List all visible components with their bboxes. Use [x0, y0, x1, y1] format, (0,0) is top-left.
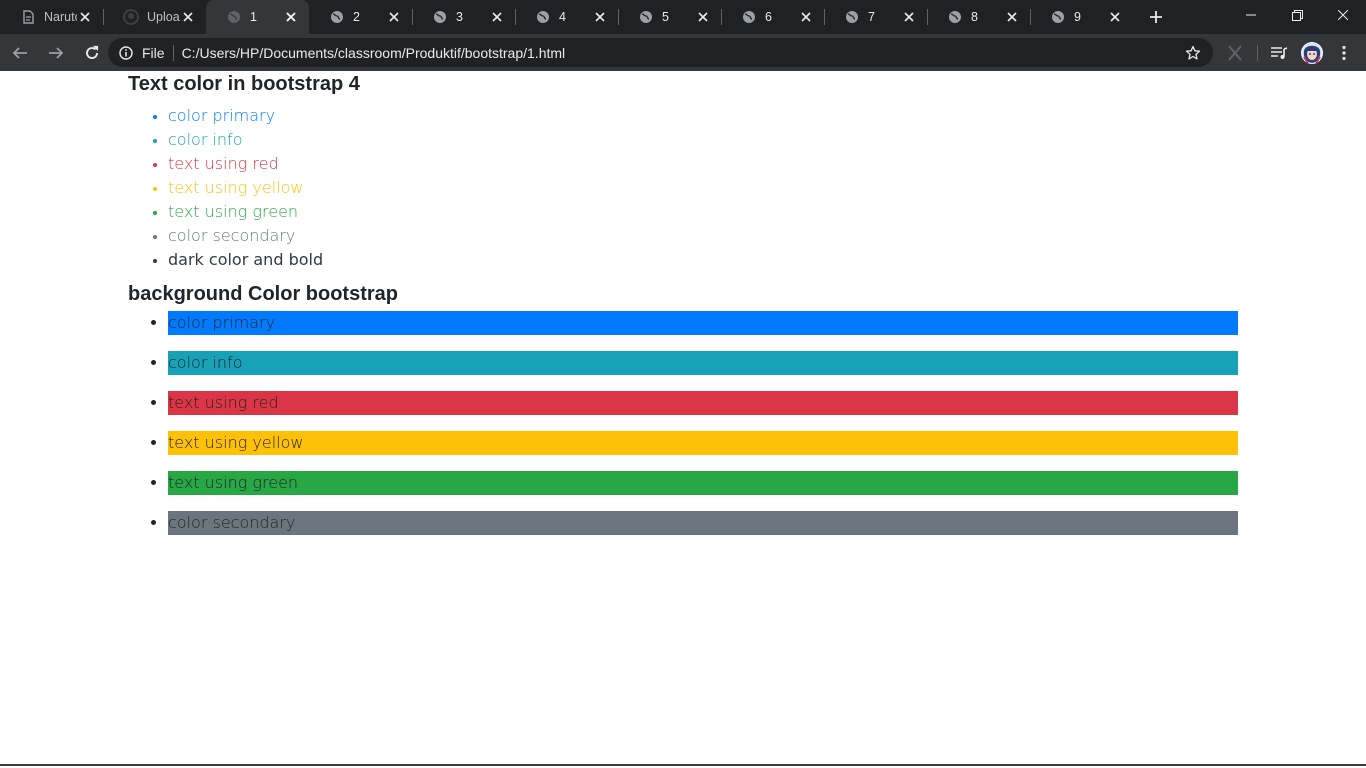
list-item-text-green: text using green [168, 200, 1238, 224]
tab-9[interactable]: 9 [1030, 0, 1133, 34]
tab-title: 4 [559, 10, 566, 24]
scheme-label: File [142, 44, 165, 61]
star-icon[interactable] [1183, 43, 1203, 63]
tab-title: 8 [971, 10, 978, 24]
restore-icon [1291, 9, 1303, 21]
close-icon [1338, 10, 1348, 20]
omnibox-divider [172, 44, 174, 61]
close-window-button[interactable] [1320, 0, 1366, 30]
close-icon[interactable] [592, 9, 608, 25]
back-button[interactable] [4, 37, 36, 69]
close-icon[interactable] [1004, 9, 1020, 25]
globe-icon [638, 9, 654, 25]
tab-title: Upload [147, 10, 180, 24]
background-color-list: color primary color info text using red … [128, 311, 1238, 535]
close-icon[interactable] [1107, 9, 1123, 25]
tab-3[interactable]: 3 [412, 0, 515, 34]
globe-icon [947, 9, 963, 25]
bg-bar-text-green: text using green [168, 471, 1238, 495]
browser-toolbar: File C:/Users/HP/Documents/classroom/Pro… [0, 34, 1366, 71]
tab-title: 1 [250, 10, 257, 24]
github-icon [123, 9, 139, 25]
bg-bar-color-primary: color primary [168, 311, 1238, 335]
arrow-right-icon [49, 46, 64, 59]
url-text[interactable]: C:/Users/HP/Documents/classroom/Produkti… [182, 45, 1183, 61]
list-item-color-secondary: color secondary [168, 224, 1238, 248]
tab-title: 5 [662, 10, 669, 24]
close-icon[interactable] [180, 9, 196, 25]
tab-2[interactable]: 2 [309, 0, 412, 34]
list-item-text-yellow: text using yellow [168, 176, 1238, 200]
section-title: background Color bootstrap [128, 283, 398, 305]
tab-5[interactable]: 5 [618, 0, 721, 34]
close-icon[interactable] [77, 9, 93, 25]
tab-1[interactable]: 1 [206, 0, 309, 34]
document-icon [20, 9, 36, 25]
tab-title: 3 [456, 10, 463, 24]
menu-icon[interactable] [1331, 40, 1357, 66]
tab-title: 7 [868, 10, 875, 24]
window-controls [1228, 0, 1366, 30]
close-icon[interactable] [798, 9, 814, 25]
plus-icon [1150, 11, 1162, 23]
bg-bar-color-secondary: color secondary [168, 511, 1238, 535]
globe-icon [844, 9, 860, 25]
close-icon[interactable] [283, 9, 299, 25]
close-icon[interactable] [901, 9, 917, 25]
list-item: color info [168, 351, 1238, 375]
tab-4[interactable]: 4 [515, 0, 618, 34]
list-item-color-info: color info [168, 128, 1238, 152]
extension-x-icon[interactable] [1222, 40, 1248, 66]
toolbar-divider [1257, 45, 1258, 61]
tab-strip: Naruto Upload 1 [0, 0, 1366, 34]
bg-bar-text-red: text using red [168, 391, 1238, 415]
content-container: Text color in bootstrap 4 color primary … [128, 71, 1238, 551]
page-title: Text color in bootstrap 4 [128, 73, 360, 95]
text-color-list: color primary color info text using red … [128, 104, 1238, 272]
tab-title: 2 [353, 10, 360, 24]
avatar[interactable] [1299, 40, 1325, 66]
minimize-button[interactable] [1228, 0, 1274, 30]
reload-icon [86, 45, 99, 59]
tab-naruto[interactable]: Naruto [0, 0, 103, 34]
globe-icon [535, 9, 551, 25]
globe-icon [432, 9, 448, 25]
globe-icon [226, 9, 242, 25]
close-icon[interactable] [386, 9, 402, 25]
bg-bar-color-info: color info [168, 351, 1238, 375]
list-item: text using yellow [168, 431, 1238, 455]
restore-button[interactable] [1274, 0, 1320, 30]
tab-title: Naruto [44, 10, 77, 24]
list-item: text using red [168, 391, 1238, 415]
bg-bar-text-yellow: text using yellow [168, 431, 1238, 455]
address-bar[interactable]: File C:/Users/HP/Documents/classroom/Pro… [108, 38, 1213, 67]
window-bottom-edge [0, 764, 1366, 766]
tab-list: Naruto Upload 1 [0, 0, 1133, 34]
forward-button[interactable] [40, 37, 72, 69]
list-item-text-red: text using red [168, 152, 1238, 176]
tab-8[interactable]: 8 [927, 0, 1030, 34]
list-item: color secondary [168, 511, 1238, 535]
globe-icon [329, 9, 345, 25]
tab-title: 6 [765, 10, 772, 24]
globe-icon [741, 9, 757, 25]
list-item: text using green [168, 471, 1238, 495]
minimize-icon [1246, 14, 1256, 16]
arrow-left-icon [12, 46, 27, 59]
tab-6[interactable]: 6 [721, 0, 824, 34]
list-item-color-primary: color primary [168, 104, 1238, 128]
new-tab-button[interactable] [1139, 0, 1173, 34]
list-item: color primary [168, 311, 1238, 335]
close-icon[interactable] [489, 9, 505, 25]
tab-title: 9 [1074, 10, 1081, 24]
page-viewport: Text color in bootstrap 4 color primary … [0, 71, 1366, 766]
tab-7[interactable]: 7 [824, 0, 927, 34]
tab-upload[interactable]: Upload [103, 0, 206, 34]
media-control-icon[interactable] [1266, 40, 1292, 66]
globe-icon [1050, 9, 1066, 25]
info-icon[interactable] [118, 45, 134, 61]
list-item-dark-bold: dark color and bold [168, 248, 1238, 272]
close-icon[interactable] [695, 9, 711, 25]
reload-button[interactable] [76, 37, 108, 69]
